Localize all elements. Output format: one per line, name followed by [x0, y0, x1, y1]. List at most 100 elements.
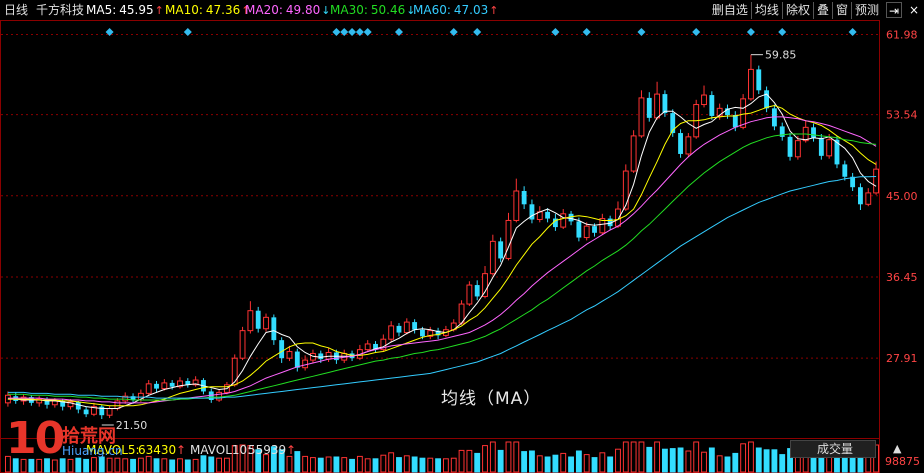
- volume-bar: [349, 458, 355, 473]
- ma-legend-2: MA10: 47.36↑: [165, 3, 250, 18]
- candle-body-down: [732, 115, 738, 128]
- candle-body-down: [709, 95, 715, 116]
- indicator-switch[interactable]: 成交量: [790, 440, 876, 458]
- volume-bar: [161, 458, 168, 473]
- ma-line-ma30: [7, 133, 877, 401]
- candle-body-down: [169, 382, 175, 387]
- candle-body-down: [271, 317, 277, 341]
- candle-body-up: [216, 391, 223, 401]
- candle-body-down: [678, 133, 683, 154]
- candle-body-up: [638, 97, 645, 137]
- candle-body-up: [239, 330, 246, 359]
- volume-bar: [223, 457, 230, 473]
- volume-bar: [419, 457, 426, 473]
- volume-bar: [184, 459, 191, 473]
- price-tick-label: 53.54: [886, 109, 918, 122]
- event-diamond-icon: [348, 28, 357, 36]
- volume-bar: [177, 458, 183, 473]
- candle-body-up: [388, 325, 395, 340]
- ma-label: MA20:: [245, 3, 283, 17]
- candle-body-down: [420, 329, 425, 337]
- ma-legend-5: MA60: 47.03↑: [413, 3, 498, 18]
- candle-body-up: [482, 273, 488, 297]
- volume-bar: [372, 458, 379, 473]
- ma-header: 日线 千方科技 MA5: 45.95↑ MA10: 47.36↑ MA20: 49.80↓…: [0, 0, 924, 20]
- event-diamond-icon: [473, 28, 482, 36]
- ma-line-ma10: [7, 104, 877, 407]
- event-diamond-icon: [848, 28, 857, 36]
- candle-body-up: [302, 359, 309, 369]
- candle-body-up: [740, 98, 747, 128]
- candle-body-down: [576, 221, 582, 238]
- volume-bar: [130, 458, 136, 473]
- ma-line-ma5: [7, 93, 877, 409]
- ma-annotation: 均线（MA）: [441, 389, 542, 409]
- candle-body-up: [513, 190, 520, 221]
- switch-up-icon[interactable]: ▲: [893, 442, 901, 455]
- candle-body-down: [83, 409, 89, 415]
- candle-body-up: [364, 343, 371, 351]
- candle-body-up: [489, 240, 496, 275]
- site-logo: 10 拾荒网 Hiuang.cn: [6, 416, 126, 471]
- event-diamond-icon: [363, 28, 372, 36]
- candle-body-up: [505, 219, 512, 259]
- ma-value: 47.03: [453, 3, 489, 17]
- candle-body-down: [662, 94, 668, 114]
- ma-label: MA30:: [330, 3, 368, 17]
- volume-bar: [317, 457, 324, 473]
- candle-body-up: [622, 170, 629, 210]
- volume-bar: [153, 458, 160, 473]
- candle-body-up: [231, 357, 238, 386]
- price-tick-label: 36.45: [886, 271, 918, 284]
- candle-body-down: [756, 69, 762, 91]
- pin-icon[interactable]: ⇥: [886, 2, 902, 18]
- candle-body-up: [873, 168, 880, 194]
- candle-body-down: [474, 285, 480, 297]
- ma-value: 50.46: [370, 3, 406, 17]
- toolbar-button-4[interactable]: 叠: [812, 2, 832, 19]
- volume-bar: [450, 457, 457, 473]
- candle-body-up: [161, 382, 168, 390]
- candle-body-up: [748, 68, 754, 100]
- close-icon[interactable]: ×: [906, 2, 922, 18]
- price-tick-label: 45.00: [886, 190, 918, 203]
- candle-body-up: [583, 225, 590, 239]
- up-arrow-icon: ↑: [154, 4, 164, 17]
- ma-value: 49.80: [285, 3, 321, 17]
- candle-body-up: [263, 316, 269, 330]
- toolbar-button-5[interactable]: 窗: [831, 2, 851, 19]
- period-label[interactable]: 日线: [4, 3, 28, 17]
- ma-label: MA10:: [165, 3, 203, 17]
- candle-body-down: [818, 137, 824, 156]
- candle-body-up: [145, 383, 152, 394]
- volume-bar: [137, 457, 144, 473]
- candle-body-down: [858, 187, 863, 205]
- candle-body-down: [592, 226, 597, 233]
- volume-bar: [435, 458, 442, 473]
- toolbar-button-2[interactable]: 均线: [750, 2, 782, 19]
- event-diamond-icon: [183, 28, 192, 36]
- ma-legend-1: MA5: 45.95↑: [86, 3, 164, 18]
- volume-bar: [169, 459, 176, 473]
- ma-line-ma20: [7, 116, 877, 404]
- toolbar-button-1[interactable]: 删自选: [709, 2, 751, 19]
- event-diamond-icon: [637, 28, 646, 36]
- ma-label: MA5:: [86, 3, 117, 17]
- toolbar-button-3[interactable]: 除权: [781, 2, 813, 19]
- logo-domain: Hiuang.cn: [62, 444, 123, 458]
- volume-bar: [216, 457, 223, 473]
- candle-body-down: [842, 164, 848, 177]
- candle-body-up: [701, 94, 707, 106]
- ma-legend-4: MA30: 50.46↓: [330, 3, 415, 18]
- candle-body-down: [646, 97, 652, 118]
- toolbar-button-6[interactable]: 预测: [850, 2, 882, 19]
- candle-body-down: [318, 353, 324, 360]
- volume-header: MAVOL5: 63430 ↑ MAVOL10: 55939 ↑ 98875: [0, 440, 924, 468]
- candle-body-down: [787, 136, 793, 157]
- event-diamond-icon: [746, 28, 755, 36]
- mavol10-value: 55939: [248, 443, 287, 457]
- candle-body-down: [521, 191, 527, 205]
- kline-chart-window: 61.98 53.54 45.00 36.45 27.91 59.85 21.50 日线 千…: [0, 0, 924, 473]
- candle-body-up: [286, 351, 293, 359]
- up-arrow-icon: ↑: [489, 4, 499, 17]
